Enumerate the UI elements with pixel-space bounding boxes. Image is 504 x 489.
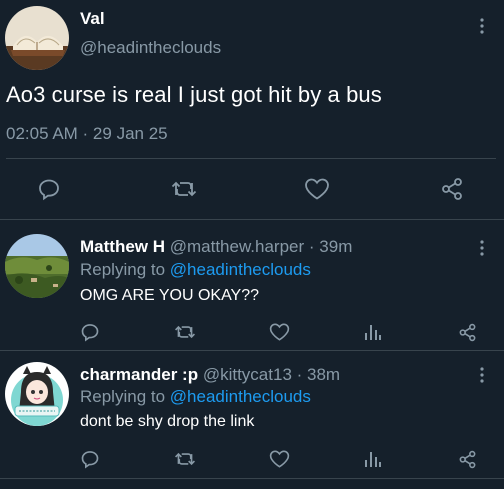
author-handle[interactable]: @headintheclouds	[80, 38, 221, 58]
reply-avatar[interactable]	[5, 234, 69, 298]
stats-icon[interactable]	[362, 448, 384, 470]
reply-author-handle[interactable]: @kittycat13	[203, 365, 292, 384]
divider	[0, 350, 504, 351]
share-icon[interactable]	[456, 321, 478, 343]
divider	[0, 478, 504, 479]
reply-author-name[interactable]: Matthew H	[80, 237, 165, 256]
author-name[interactable]: Val	[80, 9, 105, 29]
tweet-timestamp[interactable]: 02:05 AM · 29 Jan 25	[6, 124, 168, 144]
tweet-text: Ao3 curse is real I just got hit by a bu…	[6, 82, 382, 107]
replying-to-handle[interactable]: @headintheclouds	[170, 387, 311, 406]
retweet-icon[interactable]	[170, 176, 198, 202]
reply-age: · 38m	[296, 365, 341, 384]
more-icon[interactable]	[472, 363, 492, 387]
replying-to-handle[interactable]: @headintheclouds	[170, 260, 311, 279]
replying-to-label: Replying to	[80, 260, 166, 279]
reply-header: charmander :p @kittycat13 · 38m	[80, 365, 340, 385]
replying-to: Replying to @headintheclouds	[80, 260, 311, 280]
share-icon[interactable]	[456, 448, 478, 470]
share-icon[interactable]	[438, 176, 466, 202]
reply-author-name[interactable]: charmander :p	[80, 365, 198, 384]
reply-text: OMG ARE YOU OKAY??	[80, 287, 260, 304]
divider	[0, 219, 504, 220]
reply-icon[interactable]	[79, 321, 101, 343]
reply-age: · 39m	[308, 237, 353, 256]
reply-author-handle[interactable]: @matthew.harper	[170, 237, 304, 256]
replying-to-label: Replying to	[80, 387, 166, 406]
stats-icon[interactable]	[362, 321, 384, 343]
retweet-icon[interactable]	[174, 448, 196, 470]
reply-avatar[interactable]	[5, 362, 69, 426]
like-icon[interactable]	[303, 176, 331, 202]
more-icon[interactable]	[472, 236, 492, 260]
reply-icon[interactable]	[36, 176, 62, 202]
reply-icon[interactable]	[79, 448, 101, 470]
more-icon[interactable]	[472, 14, 492, 38]
divider	[6, 158, 496, 159]
replying-to: Replying to @headintheclouds	[80, 387, 311, 407]
reply-header: Matthew H @matthew.harper · 39m	[80, 237, 352, 257]
like-icon[interactable]	[268, 448, 290, 470]
author-avatar[interactable]	[5, 6, 69, 70]
like-icon[interactable]	[268, 321, 290, 343]
retweet-icon[interactable]	[174, 321, 196, 343]
reply-text: dont be shy drop the link	[80, 413, 255, 430]
